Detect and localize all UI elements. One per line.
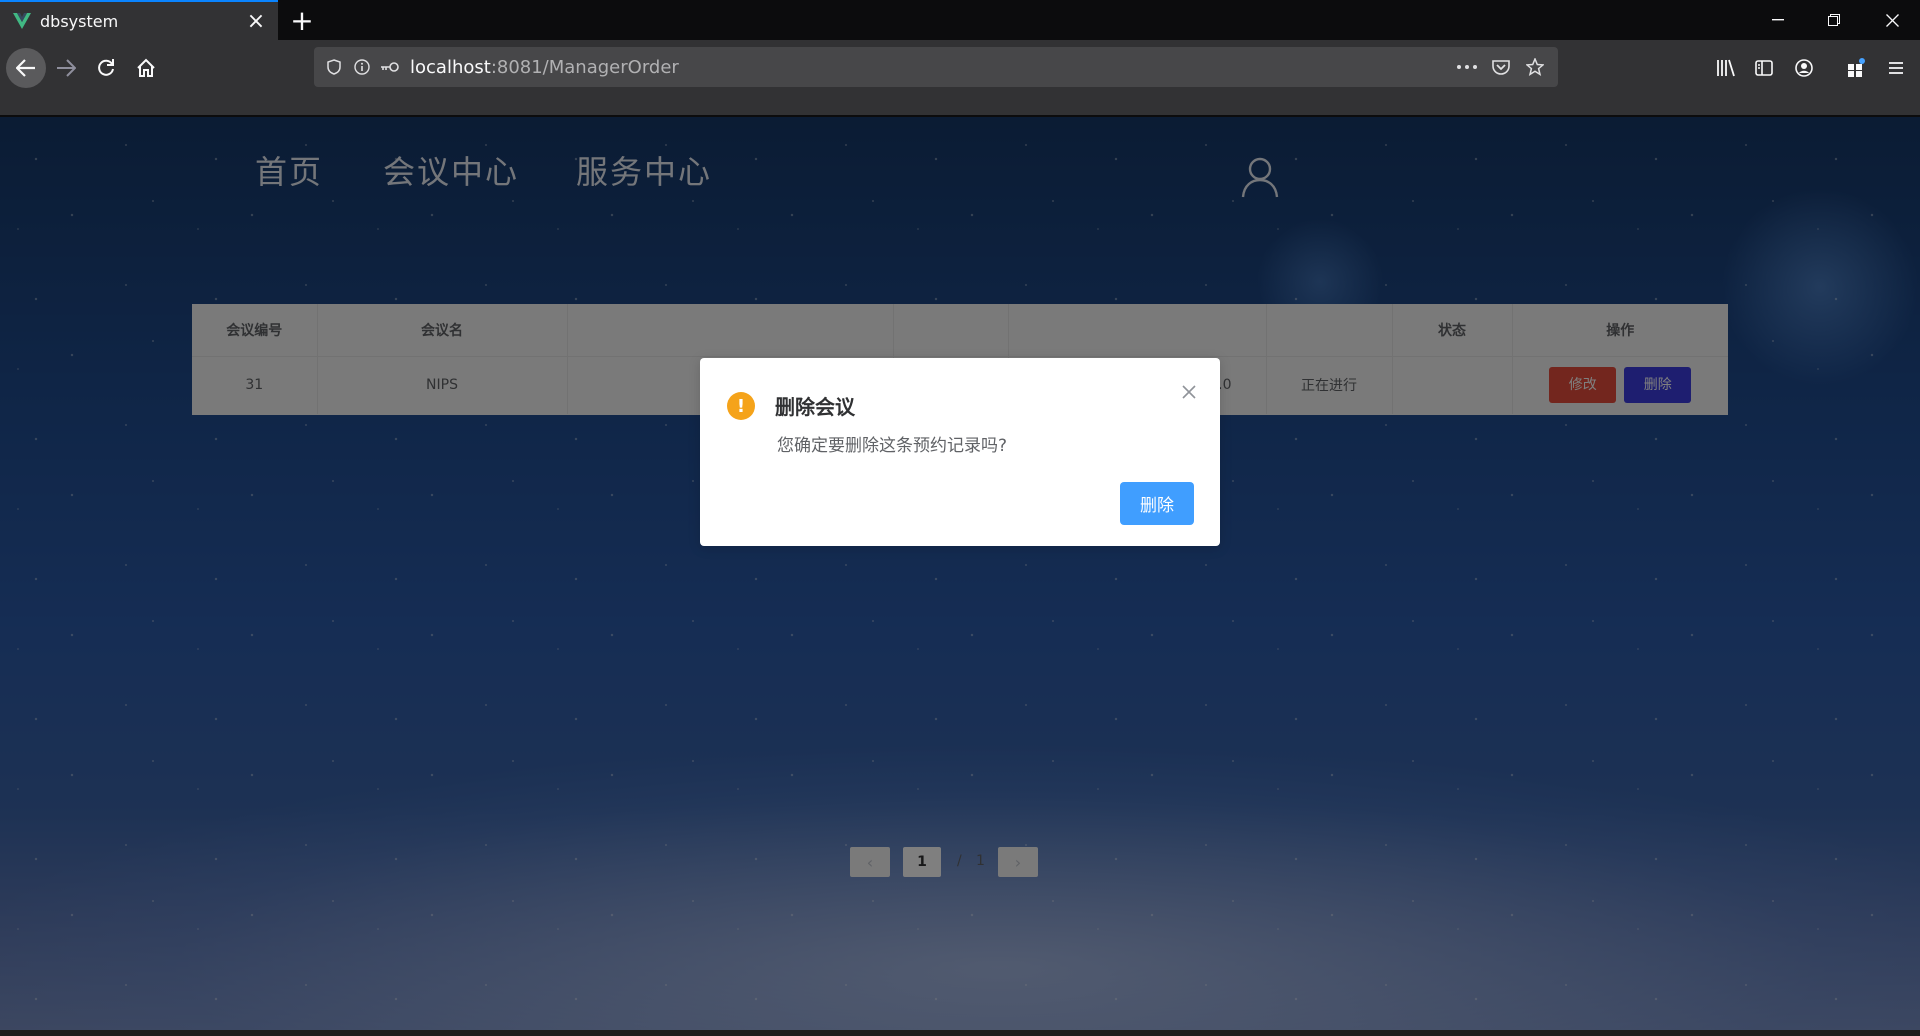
warning-icon: ! xyxy=(727,392,755,420)
page-actions-icon[interactable] xyxy=(1450,53,1484,81)
reload-icon[interactable] xyxy=(86,48,126,88)
url-path: :8081/ManagerOrder xyxy=(490,56,679,78)
url-text[interactable]: localhost:8081/ManagerOrder xyxy=(410,57,1450,78)
window-close-icon[interactable] xyxy=(1864,0,1920,40)
key-icon[interactable] xyxy=(376,53,404,81)
browser-navbar: localhost:8081/ManagerOrder xyxy=(0,40,1920,116)
confirm-delete-button[interactable]: 删除 xyxy=(1120,482,1194,525)
new-tab-icon[interactable]: + xyxy=(286,4,318,37)
back-icon[interactable] xyxy=(6,48,46,88)
info-icon[interactable] xyxy=(348,53,376,81)
vue-logo-icon xyxy=(12,11,32,31)
pocket-icon[interactable] xyxy=(1484,53,1518,81)
dialog-title: 删除会议 xyxy=(775,395,855,419)
dialog-close-icon[interactable] xyxy=(1177,380,1201,404)
forward-icon[interactable] xyxy=(46,48,86,88)
tab-title: dbsystem xyxy=(40,11,119,31)
restore-icon[interactable] xyxy=(1806,0,1862,40)
home-icon[interactable] xyxy=(126,48,166,88)
url-host: localhost xyxy=(410,56,491,78)
sidebar-icon[interactable] xyxy=(1748,52,1780,84)
tab-close-icon[interactable]: × xyxy=(242,7,270,35)
delete-confirm-dialog: ! 删除会议 您确定要删除这条预约记录吗? 删除 xyxy=(700,358,1220,546)
page-content: 首页 会议中心 服务中心 会议编号 会议名 状态 操作 xyxy=(0,117,1920,1036)
menu-icon[interactable] xyxy=(1880,52,1912,84)
account-icon[interactable] xyxy=(1788,52,1820,84)
browser-tabbar: dbsystem × + xyxy=(0,0,1920,40)
extensions-icon[interactable] xyxy=(1840,52,1872,84)
dialog-message: 您确定要删除这条预约记录吗? xyxy=(777,436,1008,456)
bookmark-star-icon[interactable] xyxy=(1518,53,1552,81)
minimize-icon[interactable] xyxy=(1750,0,1806,40)
browser-tab[interactable]: dbsystem × xyxy=(0,0,278,40)
url-bar[interactable]: localhost:8081/ManagerOrder xyxy=(314,47,1558,87)
library-icon[interactable] xyxy=(1710,52,1742,84)
bottom-scrollbar xyxy=(0,1030,1920,1036)
shield-icon[interactable] xyxy=(320,53,348,81)
modal-overlay[interactable] xyxy=(0,117,1920,1036)
